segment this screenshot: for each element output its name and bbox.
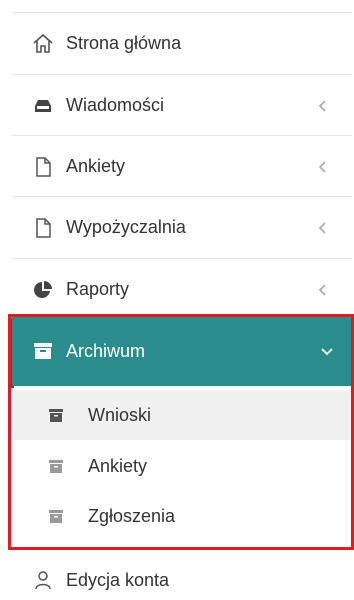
submenu-item-label: Wnioski <box>88 404 152 425</box>
sidebar-item-label: Archiwum <box>66 340 146 361</box>
sidebar-item-wiadomosci[interactable]: Wiadomości <box>12 74 352 136</box>
submenu-item-zgloszenia[interactable]: Zgłoszenia <box>14 491 352 541</box>
archive-icon <box>32 340 54 362</box>
archive-icon <box>48 508 64 524</box>
sidebar-item-label: Wypożyczalnia <box>66 217 186 237</box>
inbox-icon <box>32 95 54 117</box>
sidebar-item-label: Wiadomości <box>66 95 165 115</box>
chevron-left-icon <box>314 97 332 115</box>
submenu-item-label: Zgłoszenia <box>88 505 176 526</box>
chevron-left-icon <box>314 281 332 299</box>
chevron-down-icon <box>318 342 336 360</box>
sidebar-item-strona-glowna[interactable]: Strona główna <box>12 12 352 74</box>
user-icon <box>32 569 54 591</box>
submenu-item-wnioski[interactable]: Wnioski <box>14 390 352 440</box>
sidebar-item-label: Edycja konta <box>66 569 170 590</box>
archive-icon <box>48 407 64 423</box>
pie-chart-icon <box>32 279 54 301</box>
sidebar-item-raporty[interactable]: Raporty <box>12 258 352 320</box>
submenu-item-label: Ankiety <box>88 455 148 476</box>
chevron-left-icon <box>314 219 332 237</box>
sidebar-item-ankiety[interactable]: Ankiety <box>12 135 352 197</box>
sidebar-item-label: Raporty <box>66 279 130 299</box>
home-icon <box>32 33 54 55</box>
chevron-left-icon <box>314 158 332 176</box>
submenu-item-ankiety[interactable]: Ankiety <box>14 441 352 491</box>
archive-icon <box>48 458 64 474</box>
sidebar-item-edycja-konta[interactable]: Edycja konta <box>12 560 352 600</box>
sidebar-item-archiwum[interactable]: Archiwum <box>12 316 354 386</box>
document-icon <box>32 217 54 239</box>
sidebar-item-wypozyczalnia[interactable]: Wypożyczalnia <box>12 196 352 258</box>
document-icon <box>32 156 54 178</box>
sidebar-item-label: Strona główna <box>66 33 182 53</box>
sidebar-item-label: Ankiety <box>66 156 126 176</box>
